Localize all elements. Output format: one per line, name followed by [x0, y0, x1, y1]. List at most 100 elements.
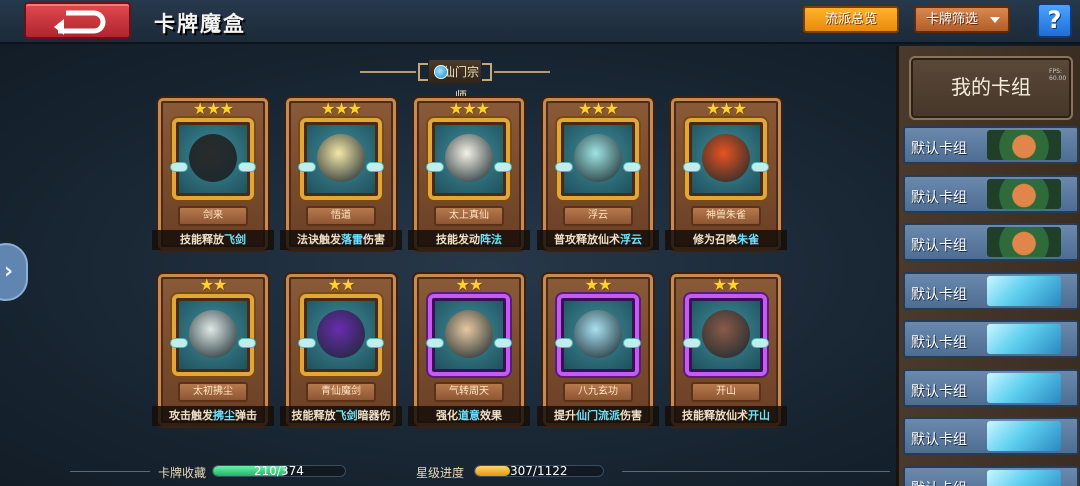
card-art	[189, 310, 237, 358]
star-rating: ★★★	[577, 99, 619, 118]
cloud-ornament-icon	[555, 338, 573, 348]
cloud-ornament-icon	[298, 162, 316, 172]
cloud-ornament-icon	[494, 338, 512, 348]
card-desc-highlight: 飞剑	[224, 233, 246, 246]
card-portrait	[426, 294, 512, 376]
card-name: 剑来	[178, 206, 248, 226]
cloud-ornament-icon	[298, 338, 316, 348]
card-description: 强化道意效果	[408, 406, 530, 426]
card-desc-text: 技能发动	[436, 233, 480, 246]
back-button[interactable]	[24, 2, 131, 39]
card-name: 气转周天	[434, 382, 504, 402]
deck-item[interactable]: 默认卡组	[903, 368, 1079, 407]
card-desc-highlight: 落雷	[341, 233, 363, 246]
help-button[interactable]: ?	[1037, 3, 1072, 38]
return-arrow-icon	[54, 10, 106, 35]
card-portrait	[170, 294, 256, 376]
card-art	[574, 310, 622, 358]
card-item[interactable]: ★★ 太初拂尘 攻击触发拂尘弹击	[152, 274, 274, 426]
card-art	[445, 310, 493, 358]
card-portrait	[298, 118, 384, 200]
top-bar: 卡牌魔盒 流派总览 卡牌筛选 ?	[0, 0, 1080, 44]
expand-left-button[interactable]: ›	[0, 243, 28, 301]
deck-item[interactable]: 默认卡组	[903, 465, 1079, 486]
collection-value: 210/374	[254, 464, 304, 478]
card-item[interactable]: ★★★ 悟道 法诀触发落雷伤害	[280, 98, 402, 250]
card-name: 开山	[691, 382, 761, 402]
star-rating: ★★	[199, 275, 228, 294]
card-desc-text: 技能释放	[291, 409, 336, 422]
deck-item[interactable]: 默认卡组	[903, 320, 1079, 358]
card-name: 太上真仙	[434, 206, 504, 226]
card-art	[317, 134, 365, 182]
ice-thumbnail-icon	[987, 421, 1061, 451]
cloud-ornament-icon	[426, 162, 444, 172]
overview-button[interactable]: 流派总览	[803, 6, 899, 33]
card-item[interactable]: ★★★ 浮云 普攻释放仙术浮云	[537, 98, 659, 250]
cloud-ornament-icon	[683, 162, 701, 172]
star-rating: ★★	[327, 275, 356, 294]
divider	[622, 471, 890, 472]
card-desc-text: 效果	[480, 409, 502, 422]
card-desc-text: 普攻释放仙术	[554, 233, 620, 246]
card-description: 修为召唤朱雀	[665, 230, 787, 250]
deck-item[interactable]: 默认卡组	[903, 223, 1079, 261]
card-description: 技能释放飞剑暗器伤	[280, 406, 402, 426]
star-rating: ★★★	[448, 99, 490, 118]
cloud-ornament-icon	[494, 162, 512, 172]
deck-label: 默认卡组	[911, 286, 967, 303]
card-portrait	[555, 118, 641, 200]
deck-item[interactable]: 默认卡组	[903, 417, 1079, 455]
star-progress-label: 星级进度	[416, 466, 465, 480]
card-description: 技能释放飞剑	[152, 230, 274, 250]
card-description: 普攻释放仙术浮云	[537, 230, 659, 250]
card-desc-text: 技能释放	[180, 233, 224, 246]
card-item[interactable]: ★★★ 剑来 技能释放飞剑	[152, 98, 274, 250]
card-desc-highlight: 阵法	[480, 233, 502, 246]
cloud-ornament-icon	[238, 162, 256, 172]
chevron-right-icon: ›	[4, 259, 14, 284]
card-description: 攻击触发拂尘弹击	[152, 406, 274, 426]
card-desc-highlight: 飞剑	[335, 409, 358, 422]
cloud-ornament-icon	[238, 338, 256, 348]
ice-thumbnail-icon	[987, 469, 1061, 486]
star-rating: ★★	[712, 275, 741, 294]
card-desc-text: 技能释放仙术	[682, 409, 748, 422]
deck-item[interactable]: 默认卡组	[903, 271, 1079, 310]
cloud-ornament-icon	[623, 162, 641, 172]
cloud-ornament-icon	[170, 338, 188, 348]
card-item[interactable]: ★★ 青仙魔剑 技能释放飞剑暗器伤	[280, 274, 402, 426]
card-item[interactable]: ★★★ 太上真仙技能发动阵法	[408, 98, 530, 250]
card-filter-dropdown[interactable]: 卡牌筛选	[914, 6, 1010, 33]
divider	[482, 63, 492, 81]
card-portrait	[555, 294, 641, 376]
star-rating: ★★	[455, 275, 484, 294]
star-rating: ★★★	[705, 99, 747, 118]
card-item[interactable]: ★★ 八九玄功 提升仙门流派伤害	[537, 274, 659, 426]
card-desc-highlight: 朱雀	[737, 233, 759, 246]
divider	[70, 471, 150, 472]
card-portrait	[426, 118, 512, 200]
card-desc-text: 伤害	[363, 233, 385, 246]
card-portrait	[683, 118, 769, 200]
card-item[interactable]: ★★ 开山技能释放仙术开山	[665, 274, 787, 426]
card-box-screen: 卡牌魔盒 流派总览 卡牌筛选 ? › 仙门宗师 ★★★ 剑来 技能释放飞剑 ★★★ 悟道…	[0, 0, 1080, 486]
deck-label: 默认卡组	[911, 478, 967, 486]
card-desc-text: 暗器伤	[357, 409, 391, 422]
card-art	[189, 134, 237, 182]
cloud-ornament-icon	[751, 162, 769, 172]
ice-thumbnail-icon	[987, 372, 1061, 403]
card-item[interactable]: ★★★ 神兽朱雀修为召唤朱雀	[665, 98, 787, 250]
card-name: 神兽朱雀	[691, 206, 761, 226]
card-item[interactable]: ★★ 气转周天强化道意效果	[408, 274, 530, 426]
card-description: 技能释放仙术开山	[665, 406, 787, 426]
deck-item[interactable]: 默认卡组	[903, 174, 1079, 213]
page-title: 卡牌魔盒	[154, 12, 246, 36]
cloud-ornament-icon	[426, 338, 444, 348]
card-desc-text: 伤害	[620, 409, 642, 422]
chevron-down-icon	[990, 17, 1000, 23]
cloud-ornament-icon	[170, 162, 188, 172]
ice-thumbnail-icon	[987, 275, 1061, 306]
card-art	[702, 134, 750, 182]
deck-item[interactable]: 默认卡组	[903, 126, 1079, 164]
